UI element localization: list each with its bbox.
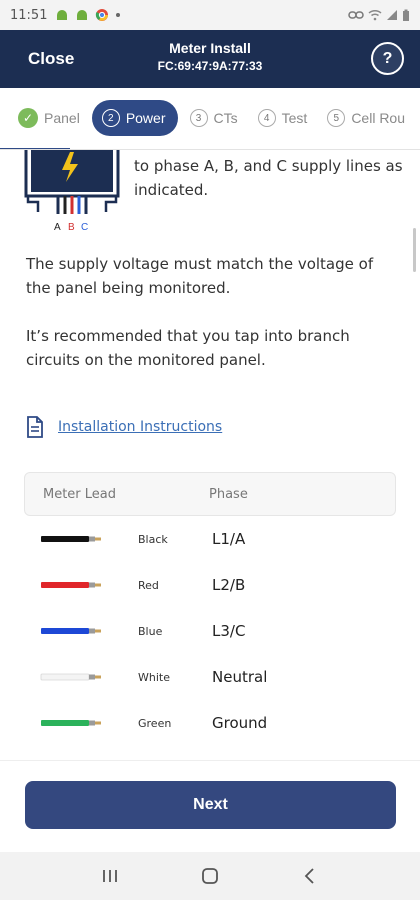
system-nav-bar: [0, 852, 420, 900]
lead-phase: L1/A: [212, 530, 246, 548]
step-panel[interactable]: ✓ Panel: [10, 100, 88, 136]
lead-phase: L3/C: [212, 622, 246, 640]
help-button[interactable]: ?: [371, 42, 404, 75]
column-header-phase: Phase: [209, 486, 248, 502]
wire-icon: [41, 628, 101, 634]
lead-color-name: Black: [138, 532, 168, 546]
wire-icon: [41, 582, 101, 588]
notification-icons: [55, 8, 121, 22]
back-button[interactable]: [290, 860, 330, 892]
lead-color-name: White: [138, 670, 170, 684]
meter-wiring-illustration: A B C: [24, 150, 120, 233]
wire-swatch: [24, 672, 124, 682]
footer-bar: Next: [0, 760, 420, 852]
wire-swatch: [24, 534, 124, 544]
home-button[interactable]: [190, 860, 230, 892]
table-row: Green Ground: [24, 700, 396, 746]
next-button[interactable]: Next: [25, 781, 396, 829]
table-row: Blue L3/C: [24, 608, 396, 654]
step-power[interactable]: 2 Power: [91, 100, 178, 136]
content-scroll-area[interactable]: A B C to phase A, B, and C supply lines …: [0, 150, 420, 760]
dot-icon: [116, 13, 121, 17]
document-icon: [27, 416, 43, 438]
step-label: Cell Rou: [351, 110, 406, 126]
phase-a-label: A: [54, 222, 61, 233]
question-icon: ?: [382, 49, 393, 67]
voltage-note: The supply voltage must match the voltag…: [26, 255, 374, 297]
android-icon: [77, 10, 88, 20]
table-row: Red L2/B: [24, 562, 396, 608]
close-button[interactable]: Close: [14, 49, 84, 69]
lead-phase: L2/B: [212, 576, 246, 594]
signal-icon: [387, 10, 397, 20]
step-label: Test: [281, 110, 308, 126]
recents-icon: [103, 870, 117, 882]
installation-instructions-link[interactable]: Installation Instructions: [58, 419, 222, 435]
home-icon: [202, 868, 218, 884]
scrollbar[interactable]: [413, 228, 416, 272]
chrome-icon: [96, 9, 109, 21]
step-number: 4: [257, 109, 276, 127]
step-test[interactable]: 4 Test: [250, 100, 316, 136]
step-label: Panel: [44, 110, 80, 126]
status-time: 11:51: [10, 7, 48, 23]
back-icon: [304, 868, 314, 884]
wire-swatch: [24, 626, 124, 636]
wire-icon: [41, 536, 101, 542]
wire-icon: [40, 673, 101, 681]
step-number: 5: [327, 109, 346, 127]
phase-c-label: C: [81, 222, 88, 233]
status-bar: 11:51: [0, 0, 420, 30]
installation-instructions-row[interactable]: Installation Instructions: [26, 416, 222, 438]
system-icons: [348, 9, 410, 22]
wire-swatch: [24, 718, 124, 728]
app-header: Close Meter Install FC:69:47:9A:77:33 ?: [0, 30, 420, 88]
android-icon: [57, 10, 68, 20]
wire-swatch: [24, 580, 124, 590]
table-row: White Neutral: [24, 654, 396, 700]
phase-b-label: B: [68, 222, 75, 233]
wifi-icon: [368, 9, 382, 21]
lead-color-name: Blue: [138, 624, 163, 638]
link-icon: [348, 11, 364, 19]
lead-color-name: Red: [138, 578, 159, 592]
table-header: Meter Lead Phase: [24, 472, 396, 516]
step-number: 2: [101, 109, 120, 127]
meter-lead-table: Meter Lead Phase Black L1/A Red L2/B Blue L3/…: [24, 472, 396, 746]
step-label: Power: [125, 110, 166, 126]
step-label: CTs: [213, 110, 238, 126]
battery-icon: [403, 9, 409, 21]
step-number: 3: [189, 109, 208, 127]
recents-button[interactable]: [90, 860, 130, 892]
lead-phase: Neutral: [212, 668, 268, 686]
phase-instruction-text: to phase A, B, and C supply lines as ind…: [134, 157, 403, 199]
step-indicator: ✓ Panel 2 Power 3 CTs 4 Test 5 Cell Rou: [0, 88, 420, 150]
table-row: Black L1/A: [24, 516, 396, 562]
lead-color-name: Green: [138, 716, 172, 730]
lead-phase: Ground: [212, 714, 268, 732]
wire-icon: [41, 720, 101, 726]
branch-note: It’s recommended that you tap into branc…: [26, 327, 350, 369]
check-icon: ✓: [18, 108, 38, 128]
column-header-lead: Meter Lead: [43, 486, 117, 502]
step-cell-routing[interactable]: 5 Cell Rou: [319, 100, 413, 136]
step-cts[interactable]: 3 CTs: [182, 100, 246, 136]
